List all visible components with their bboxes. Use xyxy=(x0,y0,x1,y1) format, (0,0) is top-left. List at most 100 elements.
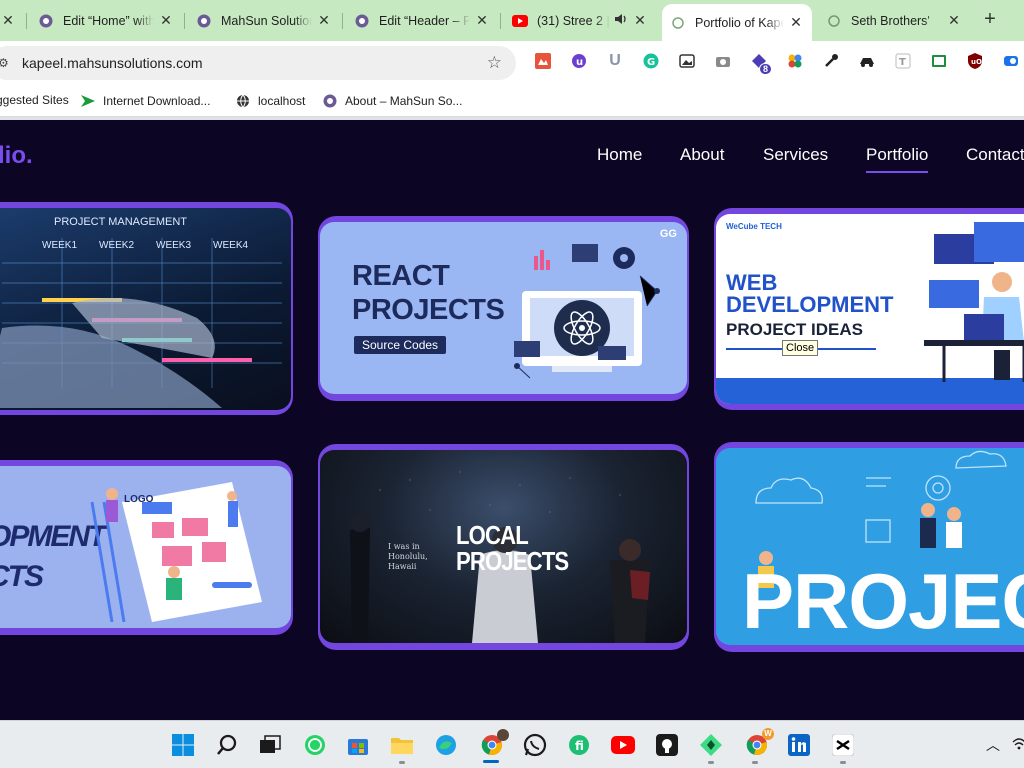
avatar xyxy=(497,729,509,741)
tab-separator xyxy=(342,13,343,29)
tab-partial[interactable]: ✕ xyxy=(0,6,18,35)
portfolio-card-project-management[interactable]: PROJECT MANAGEMENT WEEK1 WEEK2 WEEK3 WEE… xyxy=(0,202,293,415)
extension-car-icon[interactable] xyxy=(858,52,876,70)
extension-toggle-icon[interactable] xyxy=(1002,52,1020,70)
file-explorer-icon[interactable] xyxy=(389,732,415,758)
extension-t-icon[interactable]: T xyxy=(894,52,912,70)
bookmark-label: ggested Sites xyxy=(0,93,69,107)
nav-portfolio[interactable]: Portfolio xyxy=(866,145,929,173)
tab-edit-header[interactable]: Edit “Header – P ✕ xyxy=(346,6,498,35)
running-indicator xyxy=(708,761,714,764)
bookmark-label: localhost xyxy=(258,94,306,108)
nav-contact[interactable]: Contact xyxy=(966,145,1024,165)
windows-start-icon[interactable] xyxy=(170,732,196,758)
chrome-icon[interactable] xyxy=(477,729,509,758)
bookmark-suggested-sites[interactable]: ggested Sites xyxy=(0,93,69,107)
extension-dots-icon[interactable] xyxy=(786,52,804,70)
fiverr-icon[interactable]: fi xyxy=(566,732,592,758)
bookmark-star-icon[interactable]: ☆ xyxy=(487,53,502,73)
chrome-icon[interactable]: W xyxy=(742,728,774,758)
youtube-icon[interactable] xyxy=(610,732,636,758)
caption-line: I was in xyxy=(388,542,420,551)
extension-shapes-icon[interactable]: 8 xyxy=(750,52,772,75)
portfolio-card-react-projects[interactable]: REACT PROJECTS Source Codes GG xyxy=(318,216,689,401)
bookmark-label: Internet Download... xyxy=(103,94,211,108)
nav-services[interactable]: Services xyxy=(763,145,828,165)
github-icon[interactable] xyxy=(654,732,680,758)
tab-youtube[interactable]: (31) Stree 2 | ✕ xyxy=(504,6,656,35)
week-label: WEEK3 xyxy=(156,240,192,251)
url-text[interactable]: kapeel.mahsunsolutions.com xyxy=(22,55,203,71)
linkedin-icon[interactable] xyxy=(786,732,812,758)
project-management-title: PROJECT MANAGEMENT xyxy=(54,216,188,228)
close-icon[interactable]: ✕ xyxy=(474,12,490,29)
nav-about[interactable]: About xyxy=(680,145,724,165)
grammarly-icon[interactable]: G xyxy=(642,52,660,70)
close-icon[interactable]: ✕ xyxy=(788,14,804,31)
close-icon[interactable]: ✕ xyxy=(946,12,962,29)
tab-edit-home[interactable]: Edit “Home” with ✕ xyxy=(30,6,182,35)
webdev-title-line2: DEVELOPMENT xyxy=(726,292,894,317)
wordpress-icon xyxy=(196,13,212,29)
search-icon[interactable] xyxy=(214,732,240,758)
design-team-illustration xyxy=(90,482,262,622)
new-tab-button[interactable]: + xyxy=(978,8,1002,32)
extension-badge: 8 xyxy=(758,63,772,75)
tab-separator xyxy=(26,13,27,29)
web-development-image: WeCube TECH WEB DEVELOPMENT PROJECT IDEA… xyxy=(716,214,1024,404)
camera-icon[interactable] xyxy=(714,52,732,70)
chevron-up-icon[interactable]: ︿ xyxy=(986,735,1000,755)
tab-mahsun[interactable]: MahSun Solution ✕ xyxy=(188,6,340,35)
tab-strip: ✕ Edit “Home” with ✕ MahSun Solution ✕ E… xyxy=(0,0,1024,41)
tab-seth-brothers[interactable]: Seth Brothers' ✕ xyxy=(818,6,970,35)
globe-icon xyxy=(670,15,686,31)
task-view-icon[interactable] xyxy=(257,732,283,758)
ublock-icon[interactable]: uO xyxy=(966,52,984,70)
close-icon[interactable]: ✕ xyxy=(316,12,332,29)
close-icon[interactable]: ✕ xyxy=(158,12,174,29)
close-tooltip: Close xyxy=(782,340,819,356)
close-icon[interactable]: ✕ xyxy=(632,12,648,29)
portfolio-card-local-projects[interactable]: LOCAL PROJECTS I was in Honolulu, Hawaii xyxy=(318,444,689,650)
portfolio-card-development-projects[interactable]: OPMENT CTS LOGO xyxy=(0,460,293,635)
site-logo[interactable]: lio. xyxy=(0,142,33,170)
bookmark-about-mahsun[interactable]: About – MahSun So... xyxy=(322,93,462,109)
address-bar[interactable]: ⚙ kapeel.mahsunsolutions.com ☆ xyxy=(0,46,516,80)
speaker-icon[interactable] xyxy=(614,13,628,28)
extension-screen-icon[interactable] xyxy=(930,52,948,70)
eyedropper-icon[interactable] xyxy=(822,52,840,70)
whatsapp-icon[interactable] xyxy=(302,732,328,758)
active-indicator xyxy=(483,760,499,763)
bookmark-label: About – MahSun So... xyxy=(345,94,463,108)
running-indicator xyxy=(752,761,758,764)
react-title-line2: PROJECTS xyxy=(352,294,505,326)
week-label: WEEK1 xyxy=(42,240,78,251)
globe-icon xyxy=(826,13,842,29)
project-image: PROJECT xyxy=(716,448,1024,645)
portfolio-card-project[interactable]: PROJECT xyxy=(714,442,1024,652)
edge-icon[interactable] xyxy=(433,732,459,758)
react-computer-illustration xyxy=(514,244,660,379)
extension-u-icon[interactable]: U xyxy=(606,52,624,70)
local-projects-title-line2: PROJECTS xyxy=(456,546,569,576)
site-info-icon[interactable]: ⚙ xyxy=(0,56,12,70)
portfolio-card-web-development[interactable]: WeCube TECH WEB DEVELOPMENT PROJECT IDEA… xyxy=(714,208,1024,410)
bookmark-internet-download[interactable]: Internet Download... xyxy=(80,93,210,109)
close-icon[interactable]: ✕ xyxy=(0,12,16,29)
wifi-icon[interactable] xyxy=(1012,736,1024,755)
running-indicator xyxy=(840,761,846,764)
android-studio-icon[interactable] xyxy=(698,732,724,758)
tab-separator xyxy=(500,13,501,29)
whatsapp-icon[interactable] xyxy=(522,732,548,758)
extension-u-circle-icon[interactable]: u xyxy=(570,52,588,70)
devproj-title-line2: CTS xyxy=(0,560,44,593)
image-icon[interactable] xyxy=(678,52,696,70)
caption-line: Hawaii xyxy=(388,562,417,571)
extension-pdf-icon[interactable] xyxy=(534,52,552,70)
bookmark-localhost[interactable]: localhost xyxy=(235,93,305,109)
nav-home[interactable]: Home xyxy=(597,145,642,165)
tab-portfolio-active[interactable]: Portfolio of Kape ✕ xyxy=(662,4,812,41)
capcut-icon[interactable] xyxy=(830,732,856,758)
store-icon[interactable] xyxy=(345,732,371,758)
tab-title: Portfolio of Kape xyxy=(695,15,784,30)
